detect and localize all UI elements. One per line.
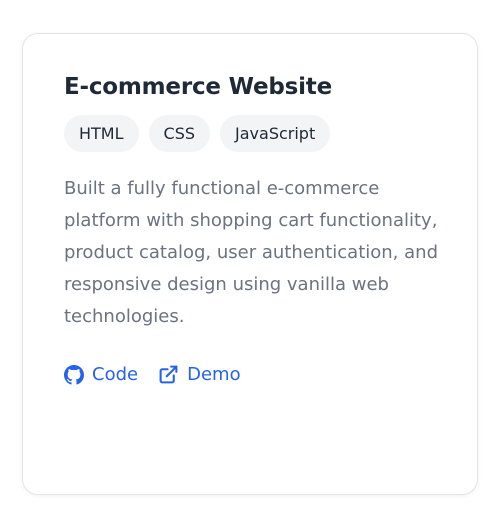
code-link[interactable]: Code — [64, 364, 138, 385]
project-links: Code Demo — [64, 364, 241, 385]
demo-link[interactable]: Demo — [158, 364, 241, 385]
project-title: E-commerce Website — [64, 74, 332, 100]
tag-html: HTML — [64, 115, 139, 152]
project-description: Built a fully functional e-commerce plat… — [64, 178, 438, 327]
tag-css: CSS — [148, 115, 211, 152]
tag-javascript: JavaScript — [220, 115, 331, 152]
tech-tags: HTML CSS JavaScript — [64, 115, 331, 152]
external-link-icon — [158, 364, 179, 385]
github-icon — [64, 364, 84, 385]
project-card: E-commerce Website HTML CSS JavaScript B… — [22, 33, 478, 495]
demo-link-label: Demo — [187, 364, 241, 385]
code-link-label: Code — [92, 364, 139, 385]
